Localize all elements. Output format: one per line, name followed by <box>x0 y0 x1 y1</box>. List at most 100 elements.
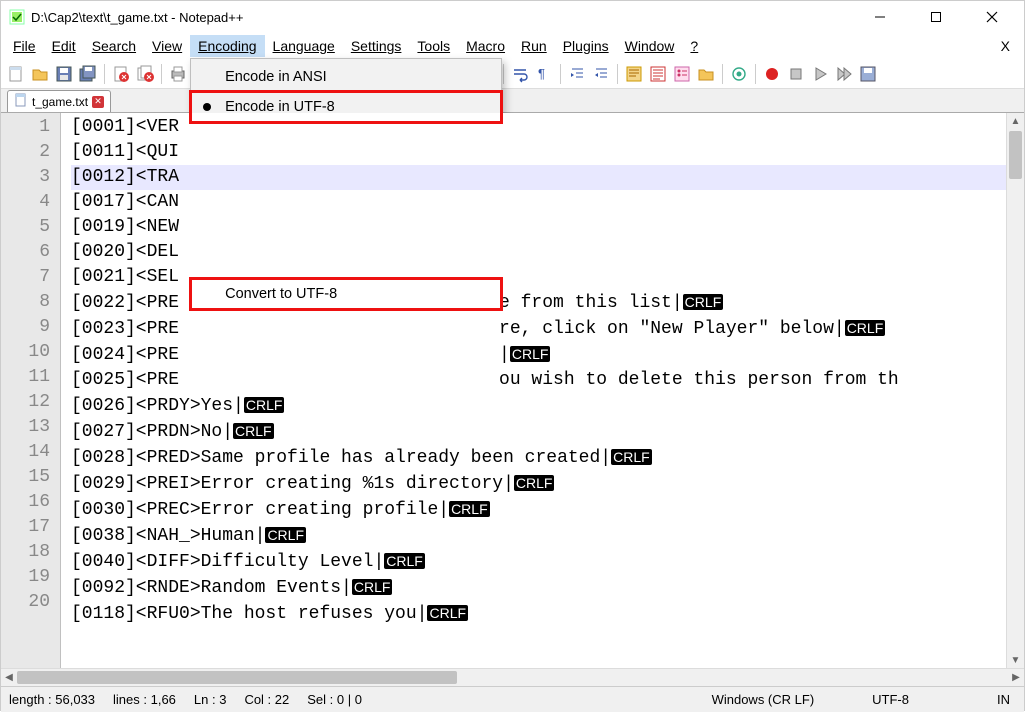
new-file-icon[interactable] <box>5 63 27 85</box>
indent-icon[interactable] <box>566 63 588 85</box>
maximize-button[interactable] <box>918 5 954 29</box>
save-all-icon[interactable] <box>77 63 99 85</box>
crlf-marker: CRLF <box>244 397 285 413</box>
monitor-icon[interactable] <box>728 63 750 85</box>
file-icon <box>14 93 28 110</box>
save-macro-icon[interactable] <box>857 63 879 85</box>
tab-label: t_game.txt <box>32 95 88 109</box>
stop-macro-icon[interactable] <box>785 63 807 85</box>
line-number: 15 <box>1 465 60 490</box>
close-button[interactable] <box>974 5 1010 29</box>
menu-edit[interactable]: Edit <box>44 35 84 57</box>
status-eol[interactable]: Windows (CR LF) <box>712 692 815 707</box>
tabbar: t_game.txt ✕ <box>1 89 1024 113</box>
toolbar: ¶ <box>1 59 1024 89</box>
code-line[interactable]: [0027]<PRDN>No|CRLF <box>71 419 1006 445</box>
wordwrap-icon[interactable] <box>509 63 531 85</box>
crlf-marker: CRLF <box>514 475 555 491</box>
print-icon[interactable] <box>167 63 189 85</box>
menu-window[interactable]: Window <box>617 35 683 57</box>
open-file-icon[interactable] <box>29 63 51 85</box>
statusbar: length : 56,033 lines : 1,66 Ln : 3 Col … <box>1 686 1024 712</box>
code-line[interactable]: [0040]<DIFF>Difficulty Level|CRLF <box>71 549 1006 575</box>
code-line[interactable]: [0030]<PREC>Error creating profile|CRLF <box>71 497 1006 523</box>
titlebar: D:\Cap2\text\t_game.txt - Notepad++ <box>1 1 1024 33</box>
menu-file[interactable]: File <box>5 35 44 57</box>
menu-plugins[interactable]: Plugins <box>555 35 617 57</box>
scrollbar-thumb[interactable] <box>1009 131 1022 179</box>
code-line[interactable]: [0118]<RFU0>The host refuses you|CRLF <box>71 601 1006 627</box>
crlf-marker: CRLF <box>427 605 468 621</box>
folder-view-icon[interactable] <box>695 63 717 85</box>
save-icon[interactable] <box>53 63 75 85</box>
menu-macro[interactable]: Macro <box>458 35 513 57</box>
horizontal-scrollbar[interactable]: ◀ ▶ <box>1 668 1024 686</box>
close-all-icon[interactable] <box>134 63 156 85</box>
menu-encoding[interactable]: Encoding Encode in ANSIEncode in UTF-8En… <box>190 35 264 57</box>
code-line[interactable]: [0011]<QUI <box>71 140 1006 165</box>
line-number: 3 <box>1 165 60 190</box>
menu-run[interactable]: Run <box>513 35 555 57</box>
menu-settings[interactable]: Settings <box>343 35 410 57</box>
close-tab-icon[interactable]: ✕ <box>92 96 104 108</box>
status-encoding[interactable]: UTF-8 <box>872 692 909 707</box>
scroll-left-icon[interactable]: ◀ <box>1 672 17 683</box>
menu-help[interactable]: ? <box>682 35 706 57</box>
menu-search[interactable]: Search <box>84 35 144 57</box>
code-line[interactable]: [0019]<NEW <box>71 215 1006 240</box>
show-all-chars-icon[interactable]: ¶ <box>533 63 555 85</box>
code-line[interactable]: [0017]<CAN <box>71 190 1006 215</box>
crlf-marker: CRLF <box>449 501 490 517</box>
function-list-icon[interactable] <box>671 63 693 85</box>
code-line[interactable]: [0024]<PRE|CRLF <box>71 342 1006 368</box>
gutter: 1234567891011121314151617181920 <box>1 113 61 668</box>
crlf-marker: CRLF <box>384 553 425 569</box>
scrollbar-thumb-h[interactable] <box>17 671 457 684</box>
code-line[interactable]: [0023]<PREre, click on "New Player" belo… <box>71 316 1006 342</box>
minimize-button[interactable] <box>862 5 898 29</box>
line-number: 12 <box>1 390 60 415</box>
document-tab[interactable]: t_game.txt ✕ <box>7 90 111 112</box>
menu-language[interactable]: Language <box>265 35 343 57</box>
scroll-up-icon[interactable]: ▲ <box>1007 113 1024 129</box>
doc-list-icon[interactable] <box>647 63 669 85</box>
status-insert[interactable]: IN <box>997 692 1010 707</box>
scroll-right-icon[interactable]: ▶ <box>1008 672 1024 683</box>
code-line[interactable]: [0029]<PREI>Error creating %1s directory… <box>71 471 1006 497</box>
status-ln: Ln : 3 <box>194 692 227 707</box>
menu-tools[interactable]: Tools <box>409 35 458 57</box>
code-line[interactable]: [0026]<PRDY>Yes|CRLF <box>71 393 1006 419</box>
line-number: 11 <box>1 365 60 390</box>
scroll-down-icon[interactable]: ▼ <box>1007 652 1024 668</box>
line-number: 14 <box>1 440 60 465</box>
doc-map-icon[interactable] <box>623 63 645 85</box>
menu-view[interactable]: View <box>144 35 190 57</box>
record-macro-icon[interactable] <box>761 63 783 85</box>
line-number: 13 <box>1 415 60 440</box>
code-area[interactable]: [0001]<VER[0011]<QUI[0012]<TRA[0017]<CAN… <box>61 113 1006 668</box>
play-macro-icon[interactable] <box>809 63 831 85</box>
vertical-scrollbar[interactable]: ▲ ▼ <box>1006 113 1024 668</box>
line-number: 7 <box>1 265 60 290</box>
play-multi-icon[interactable] <box>833 63 855 85</box>
line-number: 1 <box>1 115 60 140</box>
outdent-icon[interactable] <box>590 63 612 85</box>
status-col: Col : 22 <box>244 692 289 707</box>
line-number: 2 <box>1 140 60 165</box>
encoding-menu-item[interactable]: Encode in UTF-8 <box>191 92 501 122</box>
line-number: 19 <box>1 565 60 590</box>
code-line[interactable]: [0038]<NAH_>Human|CRLF <box>71 523 1006 549</box>
svg-text:¶: ¶ <box>538 66 545 81</box>
line-number: 6 <box>1 240 60 265</box>
code-line[interactable]: [0020]<DEL <box>71 240 1006 265</box>
code-line[interactable]: [0092]<RNDE>Random Events|CRLF <box>71 575 1006 601</box>
line-number: 20 <box>1 590 60 615</box>
code-line[interactable]: [0012]<TRA <box>71 165 1006 190</box>
encoding-menu-item[interactable]: Convert to UTF-8 <box>191 279 501 309</box>
code-line[interactable]: [0028]<PRED>Same profile has already bee… <box>71 445 1006 471</box>
line-number: 10 <box>1 340 60 365</box>
code-line[interactable]: [0025]<PREou wish to delete this person … <box>71 368 1006 393</box>
encoding-menu-item[interactable]: Encode in ANSI <box>191 62 501 92</box>
close-icon[interactable] <box>110 63 132 85</box>
menu-close-doc[interactable]: X <box>991 35 1020 57</box>
